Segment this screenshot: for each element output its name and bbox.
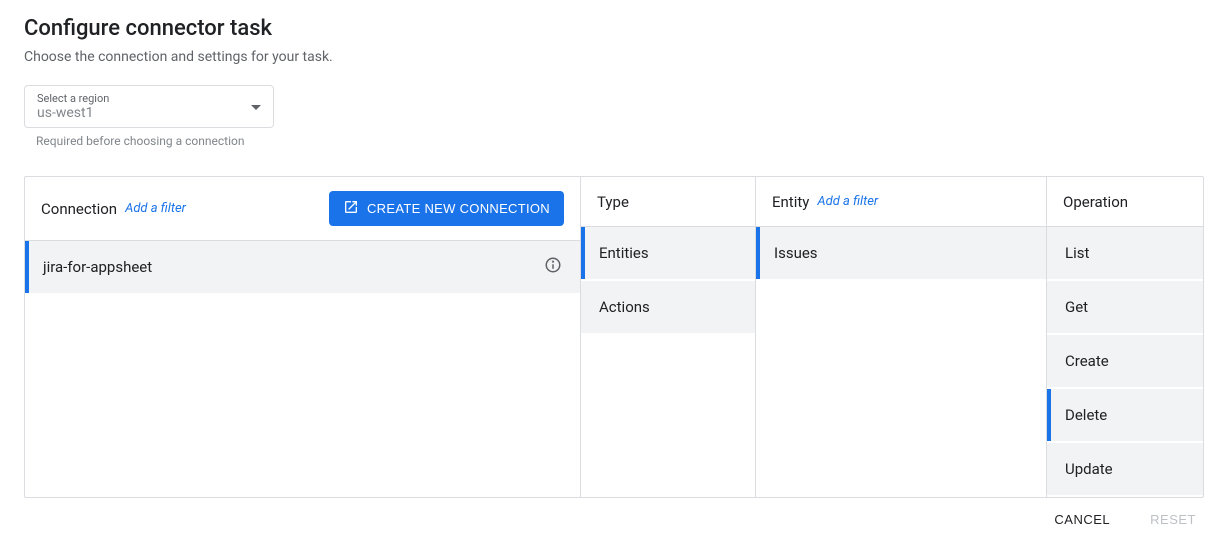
operation-item[interactable]: List	[1047, 227, 1203, 279]
page-subtitle: Choose the connection and settings for y…	[24, 49, 1204, 65]
entity-list: Issues	[756, 227, 1046, 281]
operation-item[interactable]: Create	[1047, 335, 1203, 387]
entity-header: Entity Add a filter	[756, 177, 1046, 227]
footer-actions: CANCEL RESET	[24, 498, 1204, 527]
info-icon[interactable]	[544, 256, 562, 278]
region-section: Select a region us-west1 Required before…	[24, 85, 1204, 148]
columns-container: Connection Add a filter CREATE NEW CONNE…	[24, 176, 1204, 498]
create-button-label: CREATE NEW CONNECTION	[367, 201, 550, 216]
operation-title: Operation	[1063, 193, 1128, 211]
type-list: Entities Actions	[581, 227, 755, 335]
open-external-icon	[343, 199, 359, 218]
region-select-label: Select a region	[37, 92, 261, 105]
connection-column: Connection Add a filter CREATE NEW CONNE…	[25, 177, 581, 497]
operation-list: List Get Create Delete Update	[1047, 227, 1203, 497]
operation-item-label: Create	[1065, 352, 1185, 370]
type-title: Type	[597, 193, 629, 211]
operation-item[interactable]: Delete	[1047, 389, 1203, 441]
type-item[interactable]: Entities	[581, 227, 755, 279]
type-item-label: Entities	[599, 244, 737, 262]
operation-item-label: Update	[1065, 460, 1185, 478]
type-column: Type Entities Actions	[581, 177, 756, 497]
chevron-down-icon	[251, 99, 261, 115]
connection-list: jira-for-appsheet	[25, 241, 580, 295]
connection-header: Connection Add a filter CREATE NEW CONNE…	[25, 177, 580, 241]
operation-item[interactable]: Get	[1047, 281, 1203, 333]
cancel-button[interactable]: CANCEL	[1054, 512, 1110, 527]
connection-item[interactable]: jira-for-appsheet	[25, 241, 580, 293]
operation-item-label: Delete	[1065, 406, 1185, 424]
region-select-value: us-west1	[37, 105, 261, 121]
operation-item[interactable]: Update	[1047, 443, 1203, 495]
entity-column: Entity Add a filter Issues	[756, 177, 1047, 497]
reset-button[interactable]: RESET	[1150, 512, 1196, 527]
operation-header: Operation	[1047, 177, 1203, 227]
operation-column: Operation List Get Create Delete Update	[1047, 177, 1203, 497]
create-new-connection-button[interactable]: CREATE NEW CONNECTION	[329, 191, 564, 226]
type-header: Type	[581, 177, 755, 227]
entity-item-label: Issues	[774, 244, 1028, 262]
entity-item[interactable]: Issues	[756, 227, 1046, 279]
entity-add-filter[interactable]: Add a filter	[817, 194, 878, 209]
operation-item-label: Get	[1065, 298, 1185, 316]
page-title: Configure connector task	[24, 16, 1204, 41]
connection-item-label: jira-for-appsheet	[43, 258, 544, 276]
type-item[interactable]: Actions	[581, 281, 755, 333]
type-item-label: Actions	[599, 298, 737, 316]
entity-title: Entity	[772, 193, 809, 211]
region-select[interactable]: Select a region us-west1	[24, 85, 274, 128]
operation-item-label: List	[1065, 244, 1185, 262]
region-helper-text: Required before choosing a connection	[24, 134, 1204, 148]
connection-title: Connection	[41, 200, 117, 218]
connection-add-filter[interactable]: Add a filter	[125, 201, 186, 216]
